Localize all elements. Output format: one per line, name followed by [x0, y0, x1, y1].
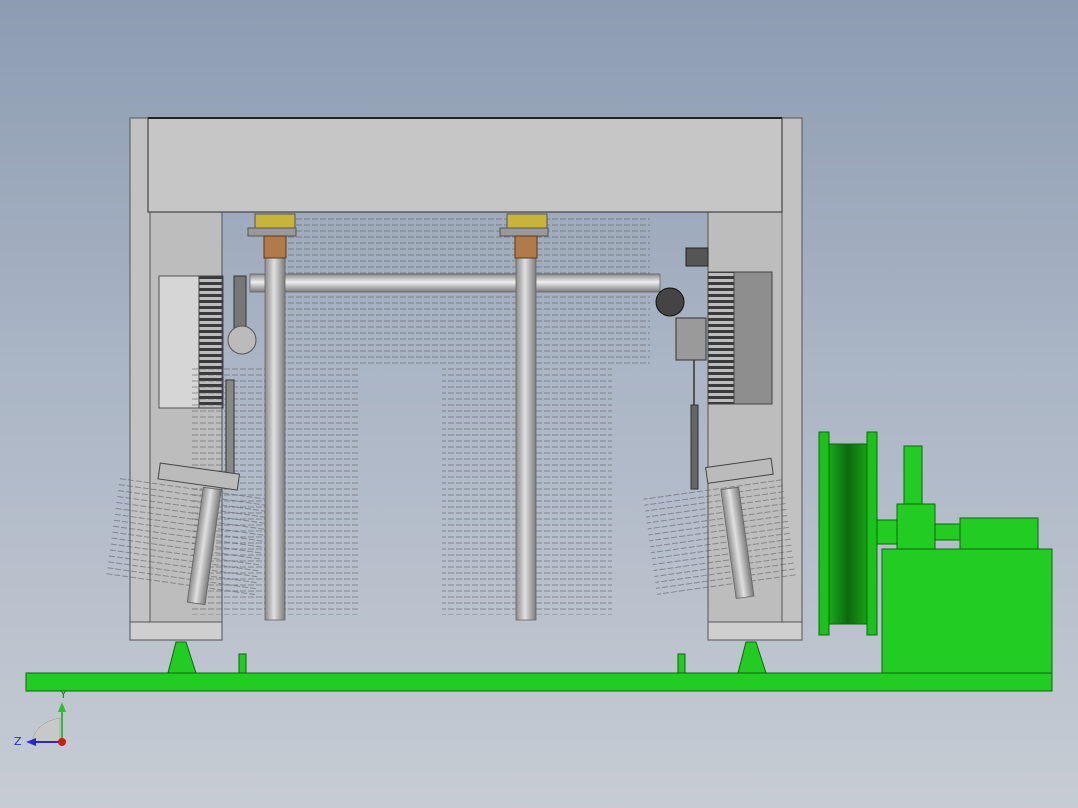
left-support-foot [167, 641, 197, 674]
vertical-roller-right [515, 257, 537, 621]
right-foot-plate [707, 621, 803, 641]
right-support-foot [737, 641, 767, 674]
needle-field-tilted-right [643, 478, 796, 598]
cad-viewport[interactable] [0, 0, 1078, 808]
drive-shaft-coupling [876, 445, 962, 561]
left-foot-plate [129, 621, 223, 641]
coordinate-triad-icon: Y Z [14, 688, 67, 748]
needle-field-tilted-left [106, 477, 269, 598]
right-control-cabinet [707, 271, 773, 405]
z-axis-label: Z [14, 735, 22, 748]
y-axis-label: Y [59, 688, 67, 701]
horizontal-drive-shaft [249, 273, 661, 293]
axis-origin [58, 738, 66, 746]
top-beam [147, 117, 783, 213]
take-up-drum [818, 431, 878, 636]
vertical-roller-left [264, 257, 286, 621]
right-tensioner-assembly [655, 247, 709, 490]
